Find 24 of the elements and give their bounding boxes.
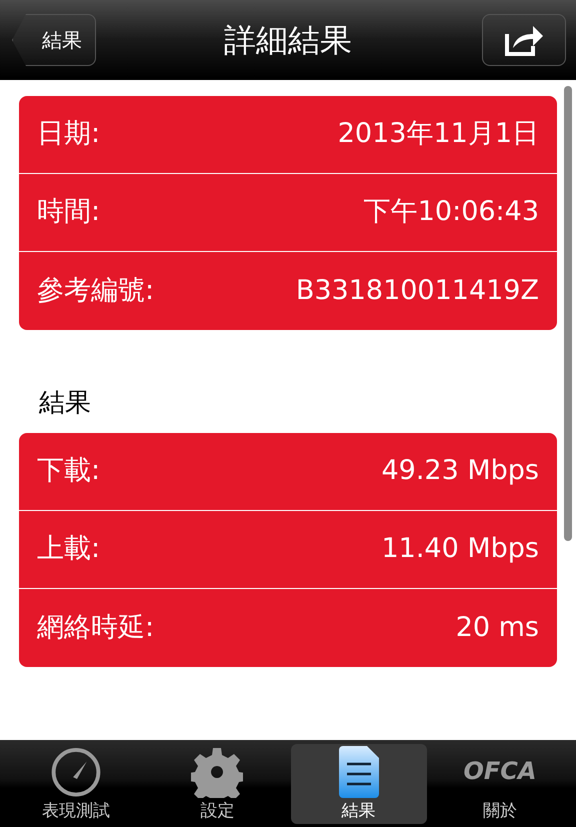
row-value: 11.40 Mbps bbox=[381, 532, 539, 566]
tab-bar-item[interactable]: 結果 bbox=[290, 744, 427, 824]
row-label: 上載: bbox=[37, 532, 100, 566]
section-header: 結果 bbox=[39, 387, 92, 420]
logo: OFCA bbox=[463, 756, 536, 787]
row-value: 49.23 Mbps bbox=[381, 454, 539, 488]
gear-icon bbox=[191, 746, 244, 798]
back-button[interactable]: 結果 bbox=[12, 14, 96, 66]
gauge-icon bbox=[49, 746, 103, 798]
row-value: 2013年11月1日 bbox=[338, 117, 539, 152]
tab-bar-item[interactable]: OFCA 關於 bbox=[432, 744, 568, 824]
row-value: 20 ms bbox=[456, 610, 539, 645]
screen-title: 詳細結果 bbox=[224, 21, 352, 59]
row-label: 日期: bbox=[37, 117, 100, 152]
row-value: 下午10:06:43 bbox=[364, 195, 539, 230]
row-value: B331810011419Z bbox=[296, 274, 539, 308]
row-label: 下載: bbox=[37, 454, 100, 488]
tab-bar-item[interactable]: 設定 bbox=[149, 744, 286, 824]
share-button[interactable] bbox=[482, 14, 566, 66]
row-label: 時間: bbox=[37, 195, 100, 230]
row-label: 網絡時延: bbox=[37, 610, 154, 645]
tab-bar-item[interactable]: 表現測試 bbox=[8, 744, 144, 824]
document-icon bbox=[338, 746, 379, 798]
row-label: 參考編號: bbox=[37, 274, 154, 308]
